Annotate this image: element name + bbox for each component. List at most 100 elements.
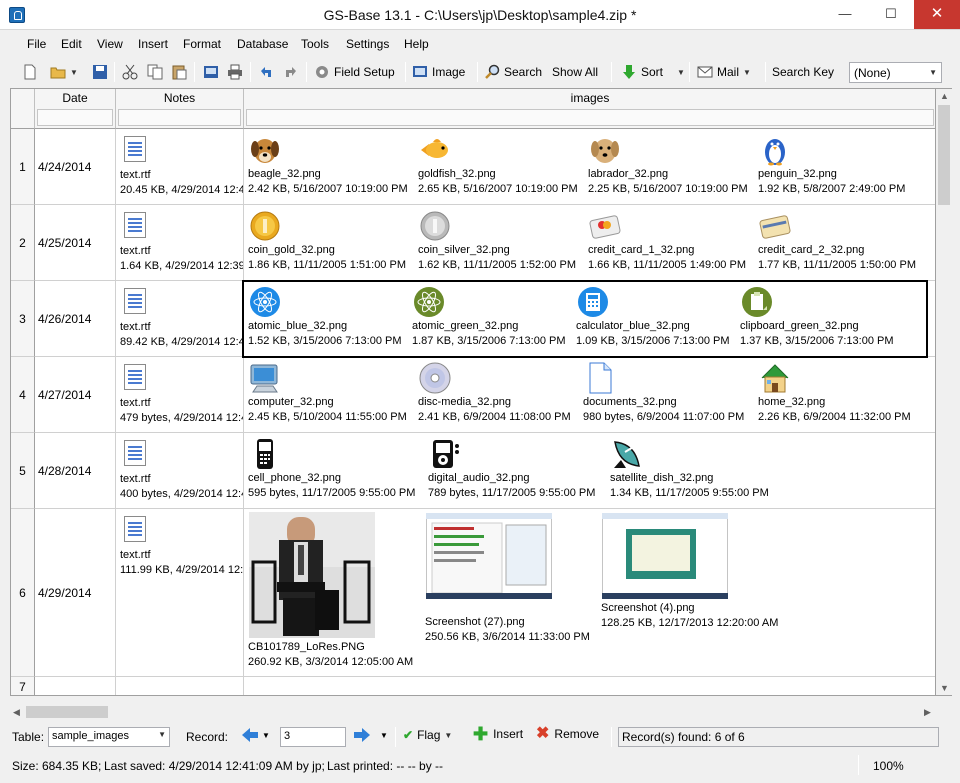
image-item[interactable]: Screenshot (4).png 128.25 KB, 12/17/2013 … [601,512,778,631]
image-item[interactable]: credit_card_2_32.png 1.77 KB, 11/11/2005 … [758,210,916,273]
menu-edit[interactable]: Edit [61,37,82,51]
row-header[interactable]: 7 [11,677,35,695]
images-cell[interactable] [244,677,935,695]
image-item[interactable]: home_32.png 2.26 KB, 6/9/2004 11:32:00 PM [758,362,911,425]
image-item[interactable]: CB101789_LoRes.PNG 260.92 KB, 3/3/2014 12… [248,512,413,670]
image-button[interactable]: Image [412,61,465,83]
horizontal-scroll-thumb[interactable] [26,706,108,718]
row-header[interactable]: 6 [11,509,35,677]
insert-record-button[interactable]: ✚ Insert [473,725,523,743]
previous-dropdown[interactable]: ▼ [262,731,270,740]
redo-button[interactable] [283,61,299,83]
image-item[interactable]: coin_silver_32.png 1.62 KB, 11/11/2005 1:… [418,210,576,273]
notes-cell[interactable]: text.rtf 20.45 KB, 4/29/2014 12:41:09 AM [116,129,244,205]
scroll-up-icon[interactable]: ▲ [940,91,949,101]
image-item[interactable]: disc-media_32.png 2.41 KB, 6/9/2004 11:08… [418,362,571,425]
menu-view[interactable]: View [97,37,123,51]
date-cell[interactable]: 4/24/2014 [35,129,116,205]
horizontal-scrollbar[interactable]: ◀ ▶ [10,704,936,720]
menu-format[interactable]: Format [183,37,221,51]
image-item[interactable]: goldfish_32.png 2.65 KB, 5/16/2007 10:19:… [418,134,578,197]
undo-button[interactable] [258,61,274,83]
filter-date[interactable] [37,109,113,126]
form-view-button[interactable] [203,61,219,83]
paste-button[interactable] [171,61,187,83]
vertical-scrollbar[interactable]: ▲ ▼ [936,88,952,696]
filter-images[interactable] [246,109,934,126]
copy-button[interactable] [147,61,163,83]
notes-cell[interactable]: text.rtf 111.99 KB, 4/29/2014 12:41:09 AM [116,509,244,677]
next-record-button[interactable] [353,726,371,747]
close-button[interactable]: ✕ [914,0,960,29]
next-dropdown[interactable]: ▼ [380,731,388,740]
new-button[interactable] [22,61,38,83]
scroll-left-icon[interactable]: ◀ [13,707,20,718]
menu-file[interactable]: File [27,37,46,51]
column-header-notes[interactable]: Notes [116,89,244,129]
menu-settings[interactable]: Settings [346,37,389,51]
search-key-select[interactable]: (None) ▼ [849,62,942,83]
image-item[interactable]: Screenshot (27).png 250.56 KB, 3/6/2014 1… [425,512,590,645]
notes-cell[interactable]: text.rtf 1.64 KB, 4/29/2014 12:39:00 AM [116,205,244,281]
image-item[interactable]: atomic_green_32.png 1.87 KB, 3/15/2006 7:… [412,286,566,349]
notes-cell[interactable]: text.rtf 89.42 KB, 4/29/2014 12:41:09 AM [116,281,244,357]
image-item[interactable]: credit_card_1_32.png 1.66 KB, 11/11/2005 … [588,210,746,273]
corner-header[interactable] [11,89,35,129]
images-cell[interactable]: CB101789_LoRes.PNG 260.92 KB, 3/3/2014 12… [244,509,935,677]
date-cell[interactable]: 4/27/2014 [35,357,116,433]
menu-tools[interactable]: Tools [301,37,329,51]
images-cell[interactable]: cell_phone_32.png 595 bytes, 11/17/2005 9… [244,433,935,509]
date-cell[interactable]: 4/26/2014 [35,281,116,357]
menu-database[interactable]: Database [237,37,288,51]
cut-button[interactable] [122,61,138,83]
column-header-date[interactable]: Date [35,89,116,129]
print-button[interactable] [227,61,243,83]
sort-button[interactable]: Sort ▼ [621,61,685,83]
open-button[interactable]: ▼ [50,61,78,83]
image-item[interactable]: documents_32.png 980 bytes, 6/9/2004 11:0… [583,362,744,425]
notes-cell[interactable]: text.rtf 400 bytes, 4/29/2014 12:41:09 AM [116,433,244,509]
save-button[interactable] [92,61,108,83]
field-setup-button[interactable]: Field Setup [314,61,395,83]
date-cell[interactable]: 4/28/2014 [35,433,116,509]
row-header[interactable]: 5 [11,433,35,509]
image-item[interactable]: beagle_32.png 2.42 KB, 5/16/2007 10:19:00… [248,134,408,197]
notes-cell[interactable] [116,677,244,695]
flag-button[interactable]: ✔ Flag ▼ [403,728,452,742]
menu-help[interactable]: Help [404,37,429,51]
image-item[interactable]: labrador_32.png 2.25 KB, 5/16/2007 10:19:… [588,134,748,197]
notes-cell[interactable]: text.rtf 479 bytes, 4/29/2014 12:41:09 AM [116,357,244,433]
column-header-images[interactable]: images [244,89,935,129]
images-cell[interactable]: computer_32.png 2.45 KB, 5/10/2004 11:55:… [244,357,935,433]
scroll-right-icon[interactable]: ▶ [924,707,931,718]
vertical-scroll-thumb[interactable] [938,105,950,205]
table-select[interactable]: sample_images ▼ [48,727,170,747]
date-cell[interactable]: 4/25/2014 [35,205,116,281]
remove-record-button[interactable]: ✖ Remove [536,726,599,742]
date-cell[interactable] [35,677,116,695]
image-item[interactable]: coin_gold_32.png 1.86 KB, 11/11/2005 1:51… [248,210,406,273]
previous-record-button[interactable] [241,726,259,747]
image-item[interactable]: computer_32.png 2.45 KB, 5/10/2004 11:55:… [248,362,407,425]
row-header[interactable]: 1 [11,129,35,205]
row-header[interactable]: 4 [11,357,35,433]
show-all-button[interactable]: Show All [552,61,598,83]
date-cell[interactable]: 4/29/2014 [35,509,116,677]
search-button[interactable]: Search [484,61,542,83]
image-item[interactable]: cell_phone_32.png 595 bytes, 11/17/2005 9… [248,438,415,501]
image-item[interactable]: atomic_blue_32.png 1.52 KB, 3/15/2006 7:1… [248,286,402,349]
images-cell[interactable]: coin_gold_32.png 1.86 KB, 11/11/2005 1:51… [244,205,935,281]
images-cell[interactable]: beagle_32.png 2.42 KB, 5/16/2007 10:19:00… [244,129,935,205]
image-item[interactable]: penguin_32.png 1.92 KB, 5/8/2007 2:49:00 … [758,134,905,197]
image-item[interactable]: clipboard_green_32.png 1.37 KB, 3/15/2006… [740,286,894,349]
minimize-button[interactable]: — [822,0,868,29]
image-item[interactable]: calculator_blue_32.png 1.09 KB, 3/15/2006… [576,286,730,349]
row-header[interactable]: 2 [11,205,35,281]
record-number-input[interactable]: 3 [280,727,346,747]
image-item[interactable]: satellite_dish_32.png 1.34 KB, 11/17/2005… [610,438,769,501]
scroll-down-icon[interactable]: ▼ [940,683,949,693]
images-cell[interactable]: atomic_blue_32.png 1.52 KB, 3/15/2006 7:1… [244,281,935,357]
menu-insert[interactable]: Insert [138,37,168,51]
filter-notes[interactable] [118,109,241,126]
mail-button[interactable]: Mail ▼ [697,61,751,83]
